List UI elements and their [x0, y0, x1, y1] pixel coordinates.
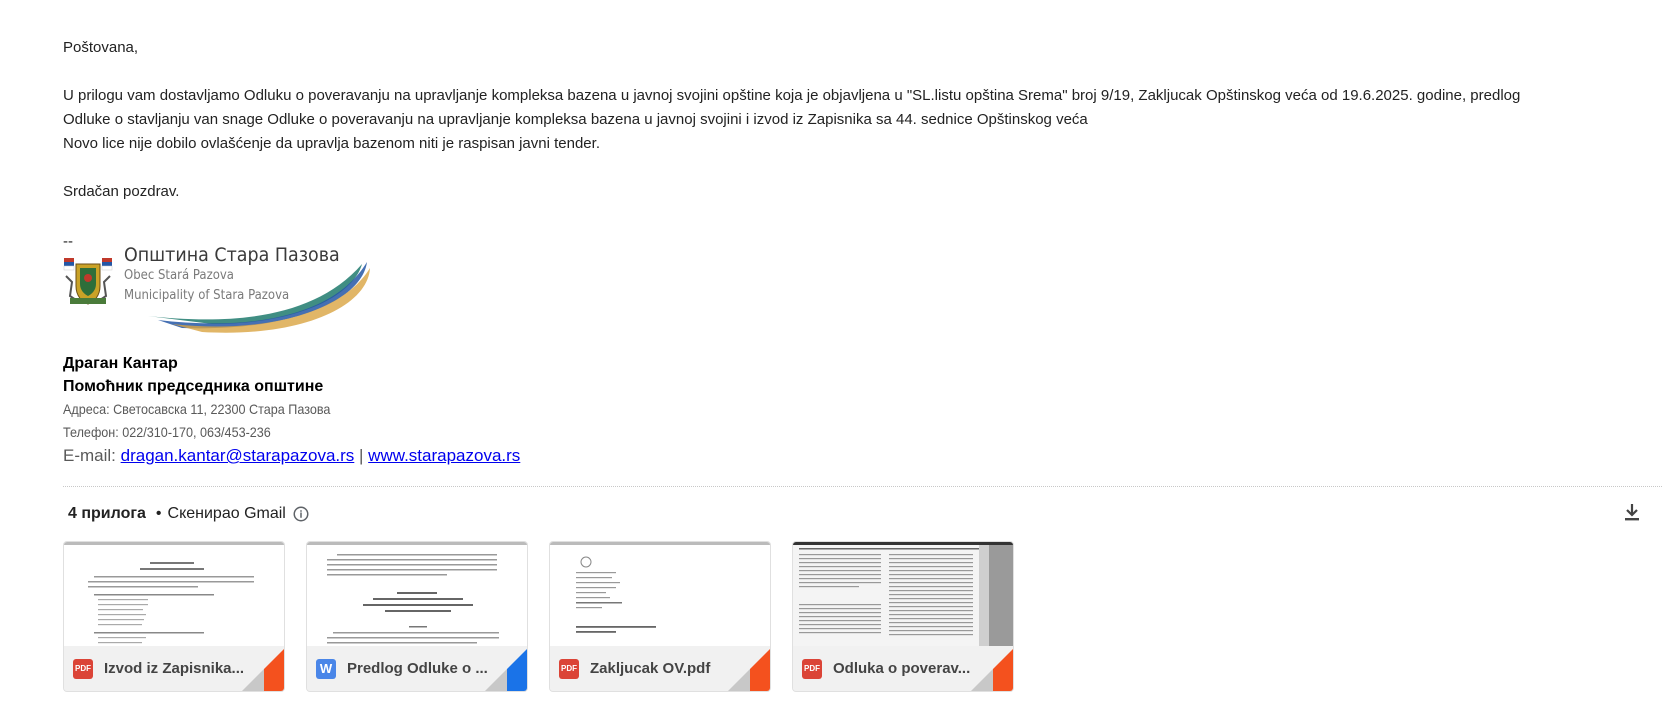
attachment-thumbnail — [307, 542, 527, 646]
greeting: Poštovana, — [63, 39, 139, 56]
info-icon[interactable] — [292, 505, 310, 523]
word-doc-icon: W — [316, 658, 336, 679]
pdf-icon: PDF — [73, 658, 93, 679]
signature-address: Адреса: Светосавска 11, 22300 Стара Пазо… — [63, 401, 331, 417]
contact-separator: | — [354, 446, 369, 465]
attachment-thumbnail — [550, 542, 770, 646]
page-fold-icon — [728, 649, 770, 691]
pdf-icon: PDF — [802, 658, 822, 679]
attachments-list: PDF Izvod iz Zapisnika... W Predlog Odlu… — [63, 541, 1014, 692]
body-line-2: Odluke o stavljanju van snage Odluke o p… — [63, 111, 1088, 128]
attachment-name: Predlog Odluke o ... — [347, 660, 488, 677]
email-link[interactable]: dragan.kantar@starapazova.rs — [121, 446, 355, 465]
attachment-card-zakljucak[interactable]: PDF Zakljucak OV.pdf — [549, 541, 771, 692]
attachment-thumbnail — [64, 542, 284, 646]
website-link[interactable]: www.starapazova.rs — [368, 446, 520, 465]
signature-separator: -- — [63, 233, 73, 250]
body-line-1: U prilogu vam dostavljamo Odluku o pover… — [63, 87, 1521, 104]
attachment-card-izvod[interactable]: PDF Izvod iz Zapisnika... — [63, 541, 285, 692]
pdf-icon: PDF — [559, 658, 579, 679]
attachment-name: Izvod iz Zapisnika... — [104, 660, 245, 677]
attachment-card-odluka[interactable]: PDF Odluka o poverav... — [792, 541, 1014, 692]
attachment-thumbnail — [793, 542, 1013, 646]
signature-name: Драган Кантар — [63, 355, 178, 372]
logo-subtitle-en: Municipality of Stara Pazova — [124, 288, 290, 303]
signature-contact: E-mail: dragan.kantar@starapazova.rs | w… — [63, 444, 520, 467]
closing: Srdačan pozdrav. — [63, 183, 180, 200]
logo-title: Општина Стара Пазова — [124, 244, 340, 266]
body-line-3: Novo lice nije dobilo ovlašćenje da upra… — [63, 135, 600, 152]
attachments-divider — [63, 486, 1662, 487]
logo-subtitle-sk: Obec Stará Pazova — [124, 268, 234, 283]
attachments-header: 4 прилога • Скенирао Gmail — [68, 502, 310, 526]
signature-block: Драган Кантар Помоћник председника општи… — [63, 352, 520, 467]
attachment-name: Zakljucak OV.pdf — [590, 660, 711, 677]
download-all-icon[interactable] — [1620, 500, 1644, 524]
coat-of-arms-icon — [63, 258, 113, 305]
email-body: Poštovana, U prilogu vam dostavljamo Odl… — [63, 36, 1653, 204]
municipality-logo: Општина Стара Пазова Obec Stará Pazova M… — [62, 244, 392, 340]
page-fold-icon — [485, 649, 527, 691]
page-fold-icon — [971, 649, 1013, 691]
email-label: E-mail: — [63, 446, 121, 465]
scanned-label: Скенирао Gmail — [167, 505, 286, 522]
attachments-count: 4 прилога — [68, 505, 146, 522]
attachment-name: Odluka o poverav... — [833, 660, 971, 677]
signature-phone: Телефон: 022/310-170, 063/453-236 — [63, 424, 271, 440]
signature-role: Помоћник председника општине — [63, 378, 324, 395]
header-separator: • — [155, 505, 162, 522]
attachment-card-predlog[interactable]: W Predlog Odluke o ... — [306, 541, 528, 692]
page-fold-icon — [242, 649, 284, 691]
